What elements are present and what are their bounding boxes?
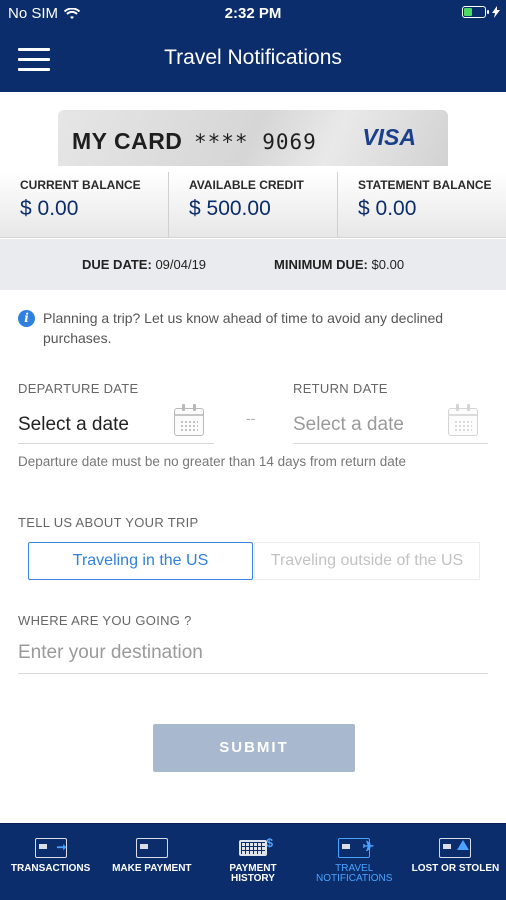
- charging-icon: [492, 6, 500, 18]
- due-date-label: DUE DATE:: [82, 257, 152, 272]
- tab-payment-history[interactable]: $ PAYMENT HISTORY: [202, 824, 303, 900]
- balance-label: AVAILABLE CREDIT: [189, 178, 304, 192]
- status-time: 2:32 PM: [224, 5, 282, 22]
- tab-traveling-in-us[interactable]: Traveling in the US: [28, 542, 253, 580]
- destination-input[interactable]: Enter your destination: [18, 632, 488, 674]
- statement-balance: STATEMENT BALANCE $ 0.00: [337, 172, 506, 237]
- date-separator: --: [246, 410, 256, 426]
- battery-icon: [462, 6, 489, 18]
- return-date-label: RETURN DATE: [293, 381, 388, 396]
- calendar-icon[interactable]: [174, 404, 204, 436]
- minimum-due: MINIMUM DUE: $0.00: [274, 257, 404, 272]
- current-balance: CURRENT BALANCE $ 0.00: [0, 172, 168, 237]
- balance-label: CURRENT BALANCE: [20, 178, 141, 192]
- due-date-value: 09/04/19: [155, 257, 207, 272]
- tab-label-line2: HISTORY: [231, 873, 275, 884]
- tab-label-line2: NOTIFICATIONS: [315, 873, 393, 884]
- departure-date-value: Select a date: [18, 414, 129, 435]
- info-icon: i: [18, 310, 35, 327]
- tab-label: TRANSACTIONS: [10, 863, 91, 874]
- info-text: Planning a trip? Let us know ahead of ti…: [43, 310, 444, 346]
- balance-value: $ 500.00: [189, 197, 271, 220]
- visa-logo: VISA: [362, 124, 416, 150]
- return-date-field[interactable]: Select a date: [293, 404, 488, 444]
- tab-label: MAKE PAYMENT: [112, 863, 192, 874]
- destination-label: WHERE ARE YOU GOING ?: [18, 613, 192, 628]
- due-strip: DUE DATE: 09/04/19 MINIMUM DUE: $0.00: [0, 239, 506, 290]
- tab-travel-notifications[interactable]: ✈ TRAVEL NOTIFICATIONS: [304, 824, 405, 900]
- status-bar: No SIM 2:32 PM: [0, 0, 506, 28]
- date-hint: Departure date must be no greater than 1…: [18, 454, 406, 469]
- status-right: [462, 6, 500, 18]
- nav-bar: Travel Notifications: [0, 28, 506, 92]
- info-message: i Planning a trip? Let us know ahead of …: [18, 308, 488, 348]
- card-name: MY CARD: [72, 128, 183, 154]
- departure-date-field[interactable]: Select a date: [18, 404, 214, 444]
- card-image: MY CARD **** 9069 VISA: [58, 110, 448, 166]
- tab-label: LOST OR STOLEN: [411, 863, 500, 874]
- minimum-due-value: $0.00: [371, 257, 405, 272]
- calendar-icon[interactable]: [448, 404, 478, 436]
- card-number: **** 9069: [194, 130, 317, 154]
- balance-value: $ 0.00: [358, 197, 417, 220]
- tab-traveling-outside-us[interactable]: Traveling outside of the US: [254, 542, 480, 580]
- available-credit: AVAILABLE CREDIT $ 500.00: [168, 172, 337, 237]
- submit-button[interactable]: SUBMIT: [153, 724, 355, 772]
- balance-value: $ 0.00: [20, 197, 79, 220]
- card-strip: MY CARD **** 9069 VISA: [0, 92, 506, 172]
- payment-history-icon: $: [235, 836, 273, 858]
- balance-label: STATEMENT BALANCE: [358, 178, 492, 192]
- card-icon: [134, 836, 170, 858]
- tab-transactions[interactable]: ➞ TRANSACTIONS: [0, 824, 101, 900]
- tab-label: PAYMENT HISTORY: [202, 864, 303, 884]
- trip-type-label: TELL US ABOUT YOUR TRIP: [18, 515, 199, 530]
- travel-icon: ✈: [336, 836, 374, 858]
- tab-make-payment[interactable]: MAKE PAYMENT: [101, 824, 202, 900]
- bottom-tab-bar: ➞ TRANSACTIONS MAKE PAYMENT $ PAYMENT HIS…: [0, 823, 506, 900]
- destination-placeholder: Enter your destination: [18, 642, 203, 663]
- return-date-value: Select a date: [293, 414, 404, 435]
- tab-lost-or-stolen[interactable]: LOST OR STOLEN: [405, 824, 506, 900]
- page-title: Travel Notifications: [164, 46, 342, 69]
- card-transfer-icon: ➞: [33, 836, 69, 858]
- departure-date-label: DEPARTURE DATE: [18, 381, 139, 396]
- balances-row: CURRENT BALANCE $ 0.00 AVAILABLE CREDIT …: [0, 172, 506, 238]
- due-date: DUE DATE: 09/04/19: [82, 257, 206, 272]
- lost-card-warning-icon: [437, 836, 473, 858]
- tab-label: TRAVEL NOTIFICATIONS: [304, 864, 405, 884]
- minimum-due-label: MINIMUM DUE:: [274, 257, 368, 272]
